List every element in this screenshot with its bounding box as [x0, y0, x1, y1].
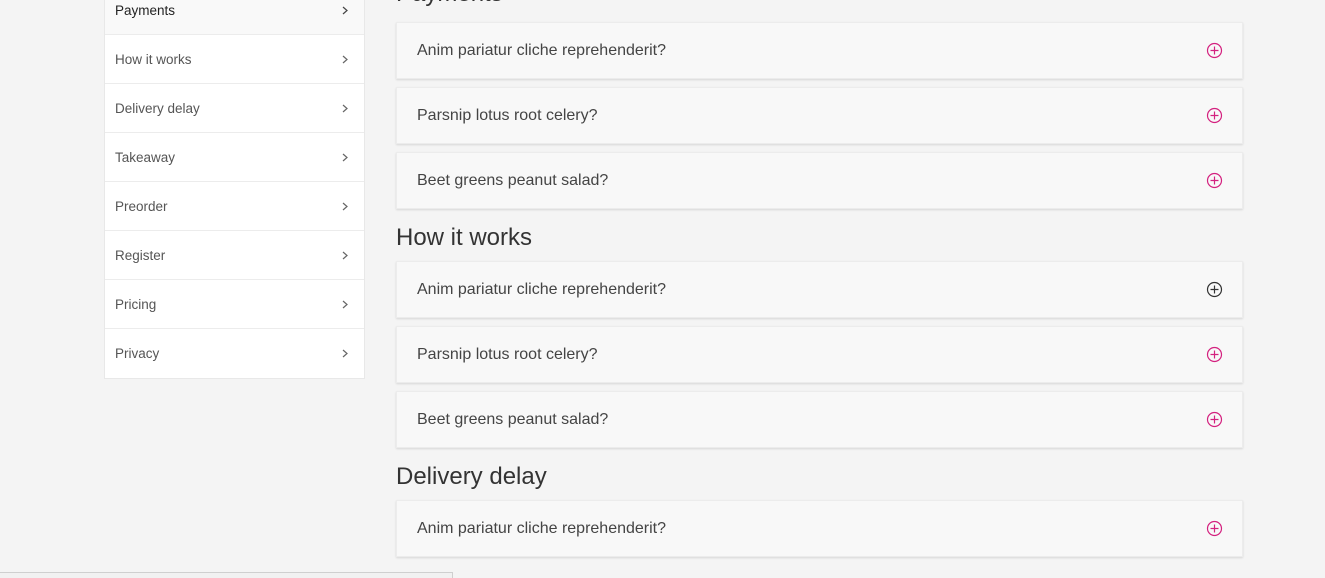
- sidebar-item-payments[interactable]: Payments: [105, 0, 364, 35]
- sidebar-item-preorder[interactable]: Preorder: [105, 182, 364, 231]
- section-title: Delivery delay: [396, 463, 547, 490]
- faq-question[interactable]: Beet greens peanut salad?: [396, 152, 1243, 209]
- plus-circle-icon[interactable]: [1206, 411, 1223, 428]
- sidebar-item-pricing[interactable]: Pricing: [105, 280, 364, 329]
- sidebar-item-delivery-delay[interactable]: Delivery delay: [105, 84, 364, 133]
- plus-circle-icon[interactable]: [1206, 346, 1223, 363]
- faq-question[interactable]: Anim pariatur cliche reprehenderit?: [396, 500, 1243, 557]
- faq-section-delivery-delay: Delivery delay Anim pariatur cliche repr…: [396, 454, 1243, 557]
- faq-question-text: Beet greens peanut salad?: [417, 171, 609, 189]
- sidebar-item-label: Preorder: [115, 198, 168, 214]
- faq-question[interactable]: Parsnip lotus root celery?: [396, 87, 1243, 144]
- faq-question-text: Parsnip lotus root celery?: [417, 106, 598, 124]
- plus-circle-icon[interactable]: [1206, 281, 1223, 298]
- sidebar-item-takeaway[interactable]: Takeaway: [105, 133, 364, 182]
- faq-question-text: Anim pariatur cliche reprehenderit?: [417, 519, 667, 537]
- chevron-right-icon: [340, 103, 350, 113]
- faq-content: Payments Anim pariatur cliche reprehende…: [396, 0, 1243, 565]
- chevron-right-icon: [340, 5, 350, 15]
- sidebar-item-register[interactable]: Register: [105, 231, 364, 280]
- chevron-right-icon: [340, 349, 350, 359]
- horizontal-scrollbar[interactable]: [0, 572, 453, 578]
- faq-question[interactable]: Beet greens peanut salad?: [396, 391, 1243, 448]
- faq-question-text: Anim pariatur cliche reprehenderit?: [417, 41, 667, 59]
- sidebar-item-privacy[interactable]: Privacy: [105, 329, 364, 378]
- faq-section-how-it-works: How it works Anim pariatur cliche repreh…: [396, 215, 1243, 448]
- plus-circle-icon[interactable]: [1206, 520, 1223, 537]
- sidebar-item-label: Takeaway: [115, 149, 176, 165]
- sidebar-item-how-it-works[interactable]: How it works: [105, 35, 364, 84]
- chevron-right-icon: [340, 54, 350, 64]
- faq-question[interactable]: Anim pariatur cliche reprehenderit?: [396, 22, 1243, 79]
- faq-category-sidebar: Payments How it works Delivery delay Tak…: [104, 0, 365, 379]
- sidebar-item-label: How it works: [115, 51, 192, 67]
- chevron-right-icon: [340, 299, 350, 309]
- faq-question[interactable]: Anim pariatur cliche reprehenderit?: [396, 261, 1243, 318]
- sidebar-item-label: Register: [115, 247, 166, 263]
- section-title: How it works: [396, 224, 533, 251]
- plus-circle-icon[interactable]: [1206, 42, 1223, 59]
- chevron-right-icon: [340, 152, 350, 162]
- sidebar-item-label: Privacy: [115, 346, 160, 361]
- section-title: Payments: [396, 0, 503, 17]
- faq-question[interactable]: Parsnip lotus root celery?: [396, 326, 1243, 383]
- chevron-right-icon: [340, 250, 350, 260]
- sidebar-item-label: Pricing: [115, 296, 157, 312]
- plus-circle-icon[interactable]: [1206, 107, 1223, 124]
- sidebar-item-label: Payments: [115, 2, 176, 18]
- faq-question-text: Parsnip lotus root celery?: [417, 345, 598, 363]
- faq-question-text: Beet greens peanut salad?: [417, 410, 609, 428]
- sidebar-item-label: Delivery delay: [115, 100, 200, 116]
- faq-section-payments: Payments Anim pariatur cliche reprehende…: [396, 0, 1243, 209]
- plus-circle-icon[interactable]: [1206, 172, 1223, 189]
- chevron-right-icon: [340, 201, 350, 211]
- faq-question-text: Anim pariatur cliche reprehenderit?: [417, 280, 667, 298]
